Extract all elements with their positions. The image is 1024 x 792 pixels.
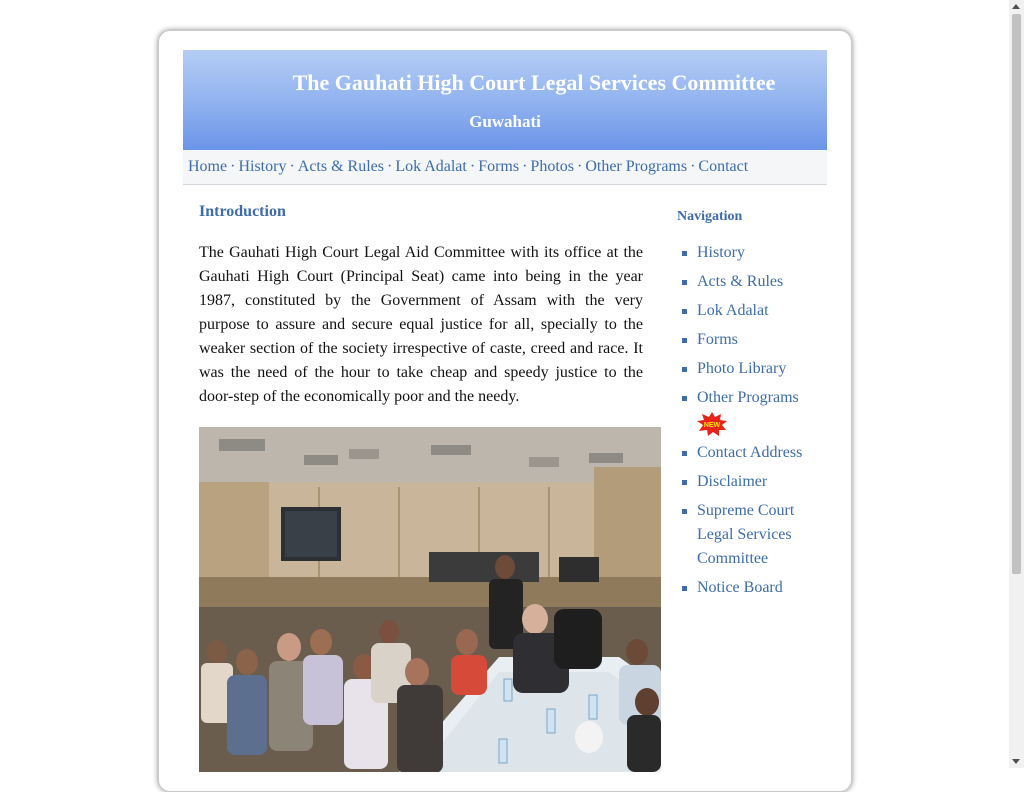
- sidebar-item-history: History: [677, 241, 827, 265]
- topnav-history[interactable]: History: [238, 158, 286, 175]
- sidebar-link-disclaimer[interactable]: Disclaimer: [697, 473, 767, 490]
- sidebar-item-contact-address: Contact Address: [677, 441, 827, 465]
- sidebar-link-history[interactable]: History: [697, 244, 745, 261]
- topnav-separator: ·: [690, 158, 696, 175]
- site-header: The Gauhati High Court Legal Services Co…: [183, 50, 827, 150]
- scroll-down-arrow-icon[interactable]: [1012, 759, 1020, 764]
- topnav-home[interactable]: Home: [188, 158, 227, 175]
- sidebar-link-other-programs[interactable]: Other Programs: [697, 389, 799, 406]
- sidebar-item-lok-adalat: Lok Adalat: [677, 299, 827, 323]
- sidebar-item-notice-board: Notice Board: [677, 576, 827, 600]
- sidebar-link-photo-library[interactable]: Photo Library: [697, 360, 786, 377]
- site-subtitle: Guwahati: [469, 112, 541, 131]
- scrollbar-thumb[interactable]: [1012, 14, 1021, 574]
- sidebar-link-forms[interactable]: Forms: [697, 331, 738, 348]
- topnav-acts-rules[interactable]: Acts & Rules: [298, 158, 384, 175]
- sidebar-list: History Acts & Rules Lok Adalat Forms Ph…: [677, 241, 827, 605]
- sidebar-item-forms: Forms: [677, 328, 827, 352]
- vertical-scrollbar[interactable]: [1009, 0, 1024, 768]
- meeting-photo: [199, 427, 661, 772]
- topnav-separator: ·: [469, 158, 476, 175]
- sidebar-link-notice-board[interactable]: Notice Board: [697, 579, 783, 596]
- top-navigation: Home · History · Acts & Rules · Lok Adalat · For…: [183, 150, 827, 185]
- topnav-contact[interactable]: Contact: [698, 158, 748, 175]
- topnav-separator: ·: [577, 158, 583, 175]
- topnav-separator: ·: [289, 158, 295, 175]
- page-container: The Gauhati High Court Legal Services Co…: [158, 30, 852, 792]
- sidebar-item-disclaimer: Disclaimer: [677, 470, 827, 494]
- topnav-lok-adalat[interactable]: Lok Adalat: [395, 158, 467, 175]
- topnav-separator: ·: [386, 158, 393, 175]
- sidebar-link-lok-adalat[interactable]: Lok Adalat: [697, 302, 769, 319]
- sidebar-link-acts-rules[interactable]: Acts & Rules: [697, 273, 783, 290]
- sidebar-heading: Navigation: [677, 209, 743, 224]
- scroll-up-arrow-icon[interactable]: [1012, 4, 1020, 9]
- new-badge-icon: NEW: [697, 412, 727, 436]
- sidebar-item-other-programs: Other Programs NEW: [677, 386, 827, 436]
- topnav-separator: ·: [522, 158, 528, 175]
- sidebar-navigation: Navigation History Acts & Rules Lok Adal…: [677, 209, 827, 596]
- new-badge-label: NEW: [704, 422, 721, 429]
- site-title: The Gauhati High Court Legal Services Co…: [292, 70, 776, 95]
- main-content: Introduction The Gauhati High Court Lega…: [199, 203, 643, 409]
- sidebar-item-acts-rules: Acts & Rules: [677, 270, 827, 294]
- topnav-other-programs[interactable]: Other Programs: [585, 158, 687, 175]
- intro-heading: Introduction: [199, 203, 286, 220]
- topnav-separator: ·: [230, 158, 236, 175]
- topnav-forms[interactable]: Forms: [478, 158, 519, 175]
- intro-paragraph: The Gauhati High Court Legal Aid Committ…: [199, 244, 643, 405]
- topnav-photos[interactable]: Photos: [530, 158, 574, 175]
- sidebar-item-supreme-court: Supreme Court Legal Services Committee: [677, 499, 827, 571]
- sidebar-item-photo-library: Photo Library: [677, 357, 827, 381]
- sidebar-link-contact-address[interactable]: Contact Address: [697, 444, 802, 461]
- sidebar-link-supreme-court[interactable]: Supreme Court Legal Services Committee: [697, 502, 794, 567]
